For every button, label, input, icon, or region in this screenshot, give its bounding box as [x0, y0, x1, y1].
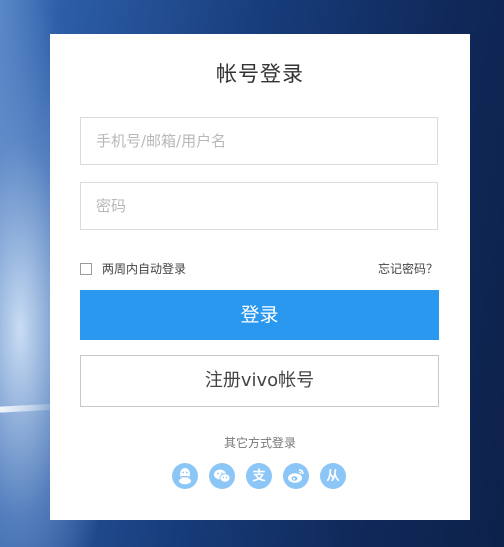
alipay-icon[interactable]: 支	[246, 463, 272, 489]
username-input[interactable]	[81, 118, 437, 164]
renren-icon[interactable]: 从	[320, 463, 346, 489]
password-field[interactable]	[80, 182, 438, 230]
remember-label: 两周内自动登录	[102, 262, 187, 276]
weibo-icon[interactable]	[283, 463, 309, 489]
qq-icon[interactable]	[172, 463, 198, 489]
forgot-password-link[interactable]: 忘记密码？	[378, 260, 438, 277]
remember-checkbox[interactable]	[80, 262, 92, 275]
renren-glyph: 从	[326, 468, 340, 484]
alipay-glyph: 支	[252, 468, 266, 484]
remember-me[interactable]: 两周内自动登录	[80, 260, 186, 277]
password-input[interactable]	[81, 183, 437, 229]
social-login-bar: 支 从	[172, 463, 346, 489]
register-button[interactable]: 注册vivo帐号	[80, 355, 439, 407]
wechat-icon[interactable]	[209, 463, 235, 489]
page-title: 帐号登录	[216, 62, 304, 86]
login-card: 帐号登录 两周内自动登录 忘记密码？ 登录 注册vivo帐号 其它方式登录	[50, 34, 470, 520]
username-field[interactable]	[80, 117, 438, 165]
login-button[interactable]: 登录	[80, 290, 439, 340]
other-login-methods-label: 其它方式登录	[223, 436, 296, 450]
